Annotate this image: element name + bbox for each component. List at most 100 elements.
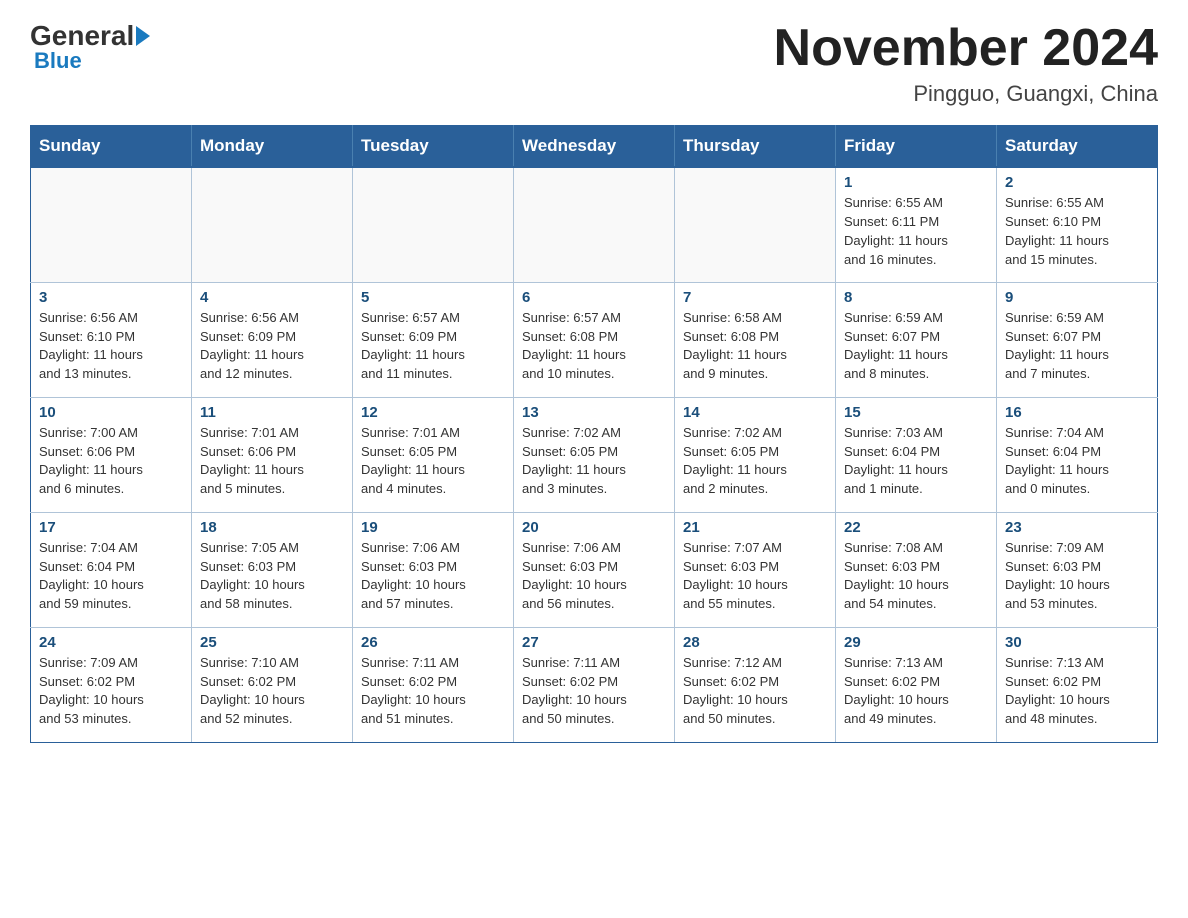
day-info: Sunrise: 6:55 AMSunset: 6:11 PMDaylight:…	[844, 194, 988, 269]
main-title: November 2024	[774, 20, 1158, 77]
day-number: 12	[361, 404, 505, 421]
day-info: Sunrise: 7:06 AMSunset: 6:03 PMDaylight:…	[361, 539, 505, 614]
header-sunday: Sunday	[31, 126, 192, 168]
table-row: 11 Sunrise: 7:01 AMSunset: 6:06 PMDayligh…	[192, 397, 353, 512]
table-row: 4 Sunrise: 6:56 AMSunset: 6:09 PMDaylight…	[192, 282, 353, 397]
day-info: Sunrise: 7:04 AMSunset: 6:04 PMDaylight:…	[39, 539, 183, 614]
table-row: 19 Sunrise: 7:06 AMSunset: 6:03 PMDayligh…	[353, 512, 514, 627]
header-thursday: Thursday	[675, 126, 836, 168]
week-row-4: 17 Sunrise: 7:04 AMSunset: 6:04 PMDayligh…	[31, 512, 1158, 627]
table-row: 17 Sunrise: 7:04 AMSunset: 6:04 PMDayligh…	[31, 512, 192, 627]
day-info: Sunrise: 6:56 AMSunset: 6:09 PMDaylight:…	[200, 309, 344, 384]
day-number: 23	[1005, 519, 1149, 536]
table-row: 25 Sunrise: 7:10 AMSunset: 6:02 PMDayligh…	[192, 627, 353, 742]
table-row: 22 Sunrise: 7:08 AMSunset: 6:03 PMDayligh…	[836, 512, 997, 627]
table-row	[675, 167, 836, 282]
day-number: 25	[200, 634, 344, 651]
day-info: Sunrise: 7:13 AMSunset: 6:02 PMDaylight:…	[1005, 654, 1149, 729]
table-row: 16 Sunrise: 7:04 AMSunset: 6:04 PMDayligh…	[997, 397, 1158, 512]
day-number: 24	[39, 634, 183, 651]
table-row: 21Sunrise: 7:07 AMSunset: 6:03 PMDayligh…	[675, 512, 836, 627]
table-row: 10 Sunrise: 7:00 AMSunset: 6:06 PMDayligh…	[31, 397, 192, 512]
week-row-1: 1 Sunrise: 6:55 AMSunset: 6:11 PMDaylight…	[31, 167, 1158, 282]
table-row: 6 Sunrise: 6:57 AMSunset: 6:08 PMDaylight…	[514, 282, 675, 397]
day-number: 7	[683, 289, 827, 306]
day-info: Sunrise: 7:10 AMSunset: 6:02 PMDaylight:…	[200, 654, 344, 729]
day-info: Sunrise: 7:09 AMSunset: 6:02 PMDaylight:…	[39, 654, 183, 729]
day-info: Sunrise: 7:01 AMSunset: 6:06 PMDaylight:…	[200, 424, 344, 499]
day-number: 16	[1005, 404, 1149, 421]
header-friday: Friday	[836, 126, 997, 168]
day-info: Sunrise: 7:04 AMSunset: 6:04 PMDaylight:…	[1005, 424, 1149, 499]
day-number: 27	[522, 634, 666, 651]
table-row: 24 Sunrise: 7:09 AMSunset: 6:02 PMDayligh…	[31, 627, 192, 742]
logo-blue: Blue	[34, 48, 82, 74]
calendar-table: Sunday Monday Tuesday Wednesday Thursday…	[30, 125, 1158, 743]
day-info: Sunrise: 7:01 AMSunset: 6:05 PMDaylight:…	[361, 424, 505, 499]
day-info: Sunrise: 7:00 AMSunset: 6:06 PMDaylight:…	[39, 424, 183, 499]
day-number: 4	[200, 289, 344, 306]
day-number: 22	[844, 519, 988, 536]
day-number: 1	[844, 174, 988, 191]
day-number: 30	[1005, 634, 1149, 651]
header: General Blue November 2024 Pingguo, Guan…	[30, 20, 1158, 107]
table-row: 27 Sunrise: 7:11 AMSunset: 6:02 PMDayligh…	[514, 627, 675, 742]
day-number: 17	[39, 519, 183, 536]
day-number: 5	[361, 289, 505, 306]
day-info: Sunrise: 7:12 AMSunset: 6:02 PMDaylight:…	[683, 654, 827, 729]
table-row: 2Sunrise: 6:55 AMSunset: 6:10 PMDaylight…	[997, 167, 1158, 282]
table-row: 8Sunrise: 6:59 AMSunset: 6:07 PMDaylight…	[836, 282, 997, 397]
table-row	[353, 167, 514, 282]
day-info: Sunrise: 7:11 AMSunset: 6:02 PMDaylight:…	[361, 654, 505, 729]
day-info: Sunrise: 7:07 AMSunset: 6:03 PMDaylight:…	[683, 539, 827, 614]
table-row: 9Sunrise: 6:59 AMSunset: 6:07 PMDaylight…	[997, 282, 1158, 397]
day-number: 28	[683, 634, 827, 651]
day-info: Sunrise: 7:13 AMSunset: 6:02 PMDaylight:…	[844, 654, 988, 729]
day-info: Sunrise: 7:02 AMSunset: 6:05 PMDaylight:…	[522, 424, 666, 499]
table-row	[192, 167, 353, 282]
day-info: Sunrise: 6:57 AMSunset: 6:09 PMDaylight:…	[361, 309, 505, 384]
day-info: Sunrise: 7:05 AMSunset: 6:03 PMDaylight:…	[200, 539, 344, 614]
week-row-3: 10 Sunrise: 7:00 AMSunset: 6:06 PMDayligh…	[31, 397, 1158, 512]
day-number: 18	[200, 519, 344, 536]
table-row: 23Sunrise: 7:09 AMSunset: 6:03 PMDayligh…	[997, 512, 1158, 627]
weekday-header-row: Sunday Monday Tuesday Wednesday Thursday…	[31, 126, 1158, 168]
header-monday: Monday	[192, 126, 353, 168]
day-number: 15	[844, 404, 988, 421]
day-number: 10	[39, 404, 183, 421]
title-area: November 2024 Pingguo, Guangxi, China	[774, 20, 1158, 107]
day-number: 9	[1005, 289, 1149, 306]
day-number: 19	[361, 519, 505, 536]
table-row	[514, 167, 675, 282]
table-row: 30 Sunrise: 7:13 AMSunset: 6:02 PMDayligh…	[997, 627, 1158, 742]
day-info: Sunrise: 7:11 AMSunset: 6:02 PMDaylight:…	[522, 654, 666, 729]
day-info: Sunrise: 7:03 AMSunset: 6:04 PMDaylight:…	[844, 424, 988, 499]
day-info: Sunrise: 6:57 AMSunset: 6:08 PMDaylight:…	[522, 309, 666, 384]
day-number: 11	[200, 404, 344, 421]
day-info: Sunrise: 6:56 AMSunset: 6:10 PMDaylight:…	[39, 309, 183, 384]
table-row: 12 Sunrise: 7:01 AMSunset: 6:05 PMDayligh…	[353, 397, 514, 512]
day-info: Sunrise: 6:55 AMSunset: 6:10 PMDaylight:…	[1005, 194, 1149, 269]
day-number: 26	[361, 634, 505, 651]
table-row: 5 Sunrise: 6:57 AMSunset: 6:09 PMDaylight…	[353, 282, 514, 397]
logo-triangle-icon	[136, 26, 150, 46]
logo: General Blue	[30, 20, 152, 74]
day-info: Sunrise: 7:08 AMSunset: 6:03 PMDaylight:…	[844, 539, 988, 614]
table-row: 1 Sunrise: 6:55 AMSunset: 6:11 PMDaylight…	[836, 167, 997, 282]
day-number: 13	[522, 404, 666, 421]
day-info: Sunrise: 7:06 AMSunset: 6:03 PMDaylight:…	[522, 539, 666, 614]
header-saturday: Saturday	[997, 126, 1158, 168]
day-number: 29	[844, 634, 988, 651]
day-number: 20	[522, 519, 666, 536]
week-row-5: 24 Sunrise: 7:09 AMSunset: 6:02 PMDayligh…	[31, 627, 1158, 742]
table-row: 7 Sunrise: 6:58 AMSunset: 6:08 PMDaylight…	[675, 282, 836, 397]
day-number: 14	[683, 404, 827, 421]
day-number: 8	[844, 289, 988, 306]
day-info: Sunrise: 6:58 AMSunset: 6:08 PMDaylight:…	[683, 309, 827, 384]
subtitle: Pingguo, Guangxi, China	[774, 81, 1158, 107]
table-row: 29 Sunrise: 7:13 AMSunset: 6:02 PMDayligh…	[836, 627, 997, 742]
header-tuesday: Tuesday	[353, 126, 514, 168]
week-row-2: 3Sunrise: 6:56 AMSunset: 6:10 PMDaylight…	[31, 282, 1158, 397]
table-row: 3Sunrise: 6:56 AMSunset: 6:10 PMDaylight…	[31, 282, 192, 397]
day-number: 6	[522, 289, 666, 306]
